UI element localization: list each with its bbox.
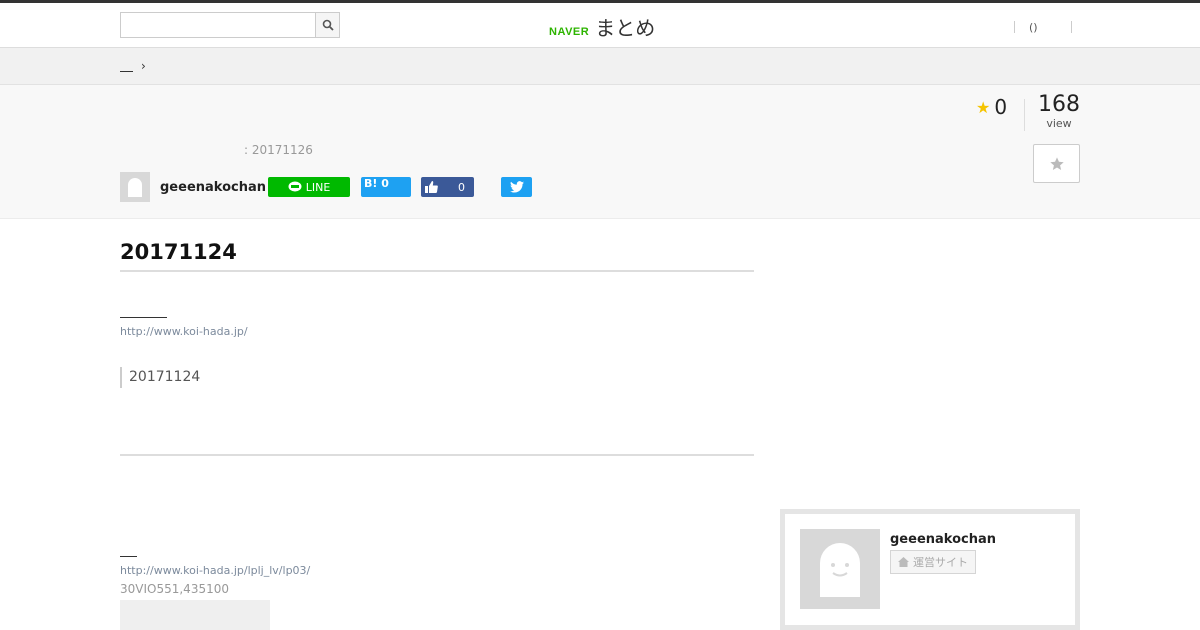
search-input[interactable] — [121, 13, 316, 37]
view-count: 168 view — [1036, 92, 1082, 131]
breadcrumb: › — [120, 59, 146, 73]
favorite-count: ★ 0 — [976, 95, 1007, 119]
search-button[interactable] — [315, 13, 339, 37]
facebook-like-button[interactable]: 0 — [421, 177, 474, 197]
twitter-icon — [509, 181, 524, 193]
author-name[interactable]: geeenakochan — [160, 180, 266, 195]
hatena-icon: B! — [364, 177, 378, 190]
matome-title: 20171124 — [120, 240, 237, 264]
chevron-right-icon: › — [141, 59, 146, 73]
profile-site-label: 運営サイト — [913, 556, 968, 569]
title-divider — [120, 270, 754, 272]
twitter-share-button[interactable] — [501, 177, 532, 197]
star-icon: ★ — [976, 97, 991, 117]
nav-divider — [1071, 21, 1072, 33]
logo-naver: NAVER — [549, 26, 590, 38]
facebook-like-count: 0 — [458, 180, 465, 194]
section-divider — [120, 454, 754, 456]
breadcrumb-home-link[interactable] — [120, 60, 133, 72]
profile-site-button[interactable]: 運営サイト — [890, 550, 976, 574]
updated-date: : 20171126 — [244, 143, 313, 157]
home-icon — [898, 557, 909, 567]
nav-item[interactable]: () — [1015, 21, 1071, 34]
top-header: NAVER まとめ () — [0, 0, 1200, 48]
item-image[interactable] — [120, 600, 270, 630]
add-favorite-button[interactable] — [1033, 144, 1080, 183]
section-heading-line — [120, 556, 137, 557]
stats-divider — [1024, 99, 1025, 131]
ghost-avatar-icon — [820, 543, 860, 597]
source-link[interactable]: http://www.koi-hada.jp/lplj_lv/lp03/ — [120, 564, 310, 577]
star-icon — [1049, 156, 1064, 170]
profile-name[interactable]: geeenakochan — [890, 532, 996, 547]
header-nav: () — [1014, 19, 1072, 35]
profile-avatar[interactable] — [800, 529, 880, 609]
breadcrumb-bar: › — [0, 48, 1200, 85]
section-heading-line — [120, 317, 167, 318]
view-count-label: view — [1046, 117, 1072, 131]
quote-text: 20171124 — [120, 367, 200, 388]
author-avatar[interactable] — [120, 172, 150, 202]
matome-header: ★ 0 168 view : 20171126 geeenakochan LIN… — [0, 85, 1200, 219]
ghost-avatar-icon — [128, 178, 142, 197]
line-share-button[interactable]: LINE — [268, 177, 350, 197]
thumbs-up-icon — [425, 181, 438, 193]
hatena-count: 0 — [381, 177, 389, 190]
line-share-label: LINE — [305, 180, 331, 194]
author-profile-card: geeenakochan 運営サイト — [780, 509, 1080, 630]
hatena-bookmark-button[interactable]: B! 0 — [361, 177, 411, 197]
favorite-count-value: 0 — [994, 95, 1008, 119]
item-description: 30VIO551,435100 — [120, 582, 229, 596]
logo-matome: まとめ — [595, 16, 656, 40]
view-count-value: 168 — [1038, 92, 1080, 117]
line-icon — [288, 181, 302, 192]
site-logo[interactable]: NAVER まとめ — [549, 12, 655, 41]
search-box — [120, 12, 340, 38]
search-icon — [322, 19, 334, 31]
source-link[interactable]: http://www.koi-hada.jp/ — [120, 325, 248, 338]
